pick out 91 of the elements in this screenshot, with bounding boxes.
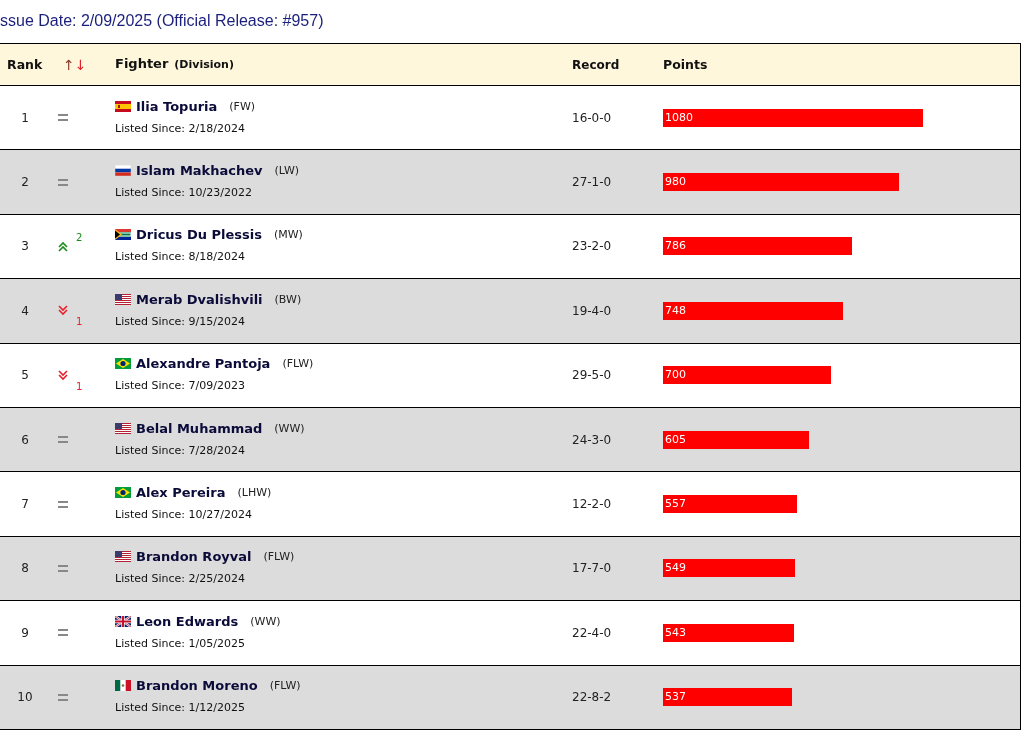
points-bar: 549 — [663, 559, 796, 578]
equals-icon — [58, 178, 68, 186]
points-bar: 543 — [663, 623, 794, 642]
fight-record: 27-1-0 — [572, 175, 613, 190]
rank-number: 6 — [20, 432, 30, 447]
flag-icon — [115, 615, 131, 627]
listed-since: Listed Since: 9/15/2024 — [115, 314, 246, 328]
fight-record: 24-3-0 — [572, 432, 613, 447]
fighter-name: Brandon Royval — [136, 549, 252, 565]
points-bar: 786 — [663, 237, 853, 256]
fighter-name: Belal Muhammad — [136, 420, 263, 436]
rank-number: 5 — [20, 368, 30, 383]
listed-since: Listed Since: 10/27/2024 — [115, 508, 253, 522]
rank-number: 9 — [20, 625, 30, 640]
division-label: (BW) — [274, 292, 302, 306]
division-label: (LW) — [274, 164, 300, 178]
rank-number: 3 — [20, 239, 30, 254]
division-label: (FLW) — [269, 679, 301, 693]
double-chevron-down-icon — [58, 369, 68, 381]
rank-change: 1 — [76, 316, 83, 328]
points-bar: 1080 — [663, 108, 923, 127]
flag-icon — [115, 293, 131, 305]
fighter-name: Dricus Du Plessis — [136, 227, 262, 243]
equals-icon — [58, 564, 68, 572]
rank-number: 10 — [16, 690, 34, 705]
column-header: (Division) — [174, 58, 234, 71]
equals-icon — [58, 114, 68, 122]
listed-since: Listed Since: 1/05/2025 — [115, 636, 246, 650]
division-label: (WW) — [250, 614, 281, 628]
points-bar: 557 — [663, 495, 798, 514]
rank-number: 2 — [20, 175, 30, 190]
fight-record: 19-4-0 — [572, 303, 613, 318]
fighter-name: Leon Edwards — [136, 613, 239, 629]
points-bar: 537 — [663, 688, 793, 707]
listed-since: Listed Since: 8/18/2024 — [115, 250, 246, 264]
division-label: (WW) — [274, 421, 305, 435]
fight-record: 22-4-0 — [572, 625, 613, 640]
fight-record: 22-8-2 — [572, 690, 613, 705]
flag-icon — [115, 358, 131, 370]
fighter-name: Ilia Topuria — [136, 98, 218, 114]
listed-since: Listed Since: 7/09/2023 — [115, 379, 246, 393]
points-bar: 700 — [663, 366, 832, 385]
double-chevron-down-icon — [58, 305, 68, 317]
fight-record: 16-0-0 — [572, 110, 613, 125]
column-header: Fighter — [115, 56, 169, 71]
column-header: ↑ — [63, 56, 75, 73]
fight-record: 17-7-0 — [572, 561, 613, 576]
division-label: (FW) — [229, 99, 256, 113]
fighter-name: Alexandre Pantoja — [136, 356, 271, 372]
points-bar: 980 — [663, 173, 899, 192]
flag-icon — [115, 165, 131, 177]
double-chevron-up-icon — [58, 240, 68, 252]
column-header: Record — [572, 57, 621, 72]
equals-icon — [58, 629, 68, 637]
division-label: (MW) — [273, 228, 303, 242]
fight-record: 23-2-0 — [572, 239, 613, 254]
equals-icon — [58, 436, 68, 444]
fighter-name: Brandon Moreno — [136, 678, 258, 694]
fight-record: 29-5-0 — [572, 368, 613, 383]
points-bar: 605 — [663, 430, 809, 449]
flag-icon — [115, 487, 131, 499]
division-label: (FLW) — [282, 357, 314, 371]
listed-since: Listed Since: 2/18/2024 — [115, 121, 246, 135]
fighter-name: Islam Makhachev — [136, 163, 263, 179]
rank-change: 1 — [76, 380, 83, 392]
division-label: (LHW) — [237, 486, 272, 500]
equals-icon — [58, 500, 68, 508]
listed-since: Listed Since: 1/12/2025 — [115, 701, 246, 715]
column-header: Rank — [6, 57, 44, 72]
rank-number: 7 — [20, 497, 30, 512]
division-label: (FLW) — [263, 550, 295, 564]
equals-icon — [58, 693, 68, 701]
flag-icon — [115, 229, 131, 241]
column-header: ↓ — [74, 56, 87, 73]
flag-icon — [115, 100, 131, 112]
rank-number: 8 — [20, 561, 30, 576]
listed-since: Listed Since: 2/25/2024 — [115, 572, 246, 586]
rank-number: 4 — [20, 303, 30, 318]
points-bar: 748 — [663, 301, 843, 320]
issue-date-heading: ssue Date: 2/09/2025 (Official Release: #957) — [0, 11, 325, 31]
rank-change: 2 — [76, 231, 83, 243]
flag-icon — [115, 680, 131, 692]
column-header: Points — [663, 57, 709, 72]
fight-record: 12-2-0 — [572, 497, 613, 512]
listed-since: Listed Since: 10/23/2022 — [115, 186, 253, 200]
rank-number: 1 — [20, 110, 30, 125]
listed-since: Listed Since: 7/28/2024 — [115, 443, 246, 457]
fighter-name: Alex Pereira — [136, 485, 226, 501]
flag-icon — [115, 551, 131, 563]
fighter-name: Merab Dvalishvili — [136, 291, 263, 307]
flag-icon — [115, 422, 131, 434]
